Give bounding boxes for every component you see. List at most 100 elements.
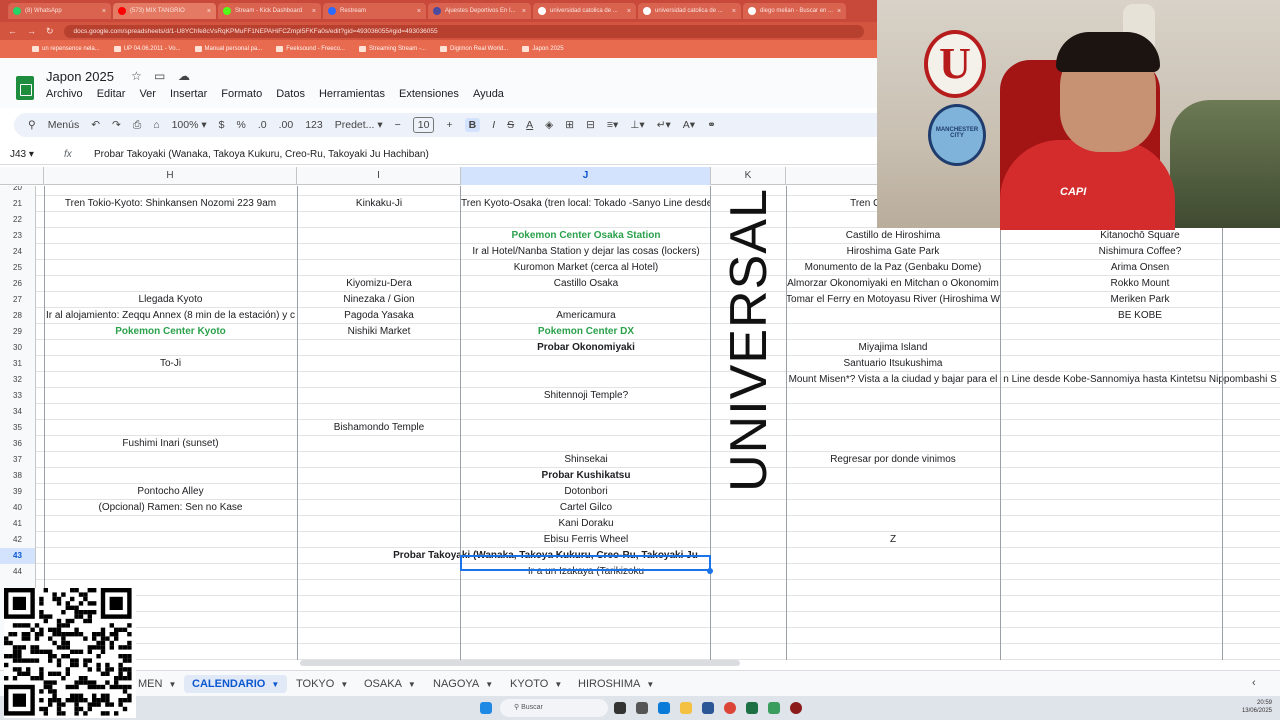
cell-m[interactable]: Nishimura Coffee? (1000, 244, 1280, 260)
horizontal-scrollbar[interactable] (300, 660, 740, 666)
cell-j[interactable]: Americamura (461, 308, 711, 324)
name-box[interactable]: J43 ▾ (0, 149, 64, 160)
menu-item[interactable]: Ver (139, 88, 156, 100)
cell-h[interactable] (44, 260, 297, 276)
cell-l[interactable]: Almorzar Okonomiyaki en Mitchan o Okonom… (786, 276, 1000, 292)
menu-item[interactable]: Extensiones (399, 88, 459, 100)
cell-h[interactable] (44, 564, 297, 580)
bookmark-item[interactable]: Streaming Stream -... (358, 46, 426, 52)
close-icon[interactable]: × (732, 8, 736, 15)
cell-j[interactable] (461, 356, 711, 372)
cell-h[interactable] (44, 244, 297, 260)
cell-i[interactable] (297, 468, 461, 484)
cell-j[interactable]: Kuromon Market (cerca al Hotel) (461, 260, 711, 276)
cell-i[interactable] (297, 532, 461, 548)
star-icon[interactable]: ☆ (131, 69, 142, 83)
cell-h[interactable] (44, 340, 297, 356)
row-number[interactable]: 43 (0, 548, 36, 564)
cell-i[interactable] (297, 228, 461, 244)
cell-i[interactable] (297, 186, 461, 196)
cell-h[interactable] (44, 212, 297, 228)
close-icon[interactable]: × (417, 8, 421, 15)
cell-h[interactable] (44, 548, 297, 564)
sheets-logo-icon[interactable] (16, 76, 34, 100)
cell-h[interactable]: To-Ji (44, 356, 297, 372)
row-number[interactable]: 22 (0, 212, 36, 228)
forward-icon[interactable]: → (27, 26, 36, 36)
row-number[interactable]: 27 (0, 292, 36, 308)
cell-l[interactable]: Monumento de la Paz (Genbaku Dome) (786, 260, 1000, 276)
cell-m[interactable] (1000, 580, 1280, 596)
browser-tab[interactable]: Restream × (323, 3, 426, 19)
cell-j[interactable]: Ir al Hotel/Nanba Station y dejar las co… (461, 244, 711, 260)
cell-j[interactable]: Cartel Gilco (461, 500, 711, 516)
app3-icon[interactable] (790, 702, 802, 714)
menu-item[interactable]: Editar (97, 88, 126, 100)
cell-i[interactable]: Ninezaka / Gion (297, 292, 461, 308)
cell-i[interactable] (297, 212, 461, 228)
insert-link-icon[interactable]: ⚭ (707, 119, 716, 131)
formula-input[interactable]: Probar Takoyaki (Wanaka, Takoya Kukuru, … (94, 149, 429, 160)
cell-l[interactable]: Castillo de Hiroshima (786, 228, 1000, 244)
cell-m[interactable] (1000, 452, 1280, 468)
cell-l[interactable]: Santuario Itsukushima (786, 356, 1000, 372)
cell-i[interactable] (297, 404, 461, 420)
row-number[interactable]: 31 (0, 356, 36, 372)
cell-m[interactable]: Arima Onsen (1000, 260, 1280, 276)
cell-j[interactable]: Kani Doraku (461, 516, 711, 532)
menu-item[interactable]: Herramientas (319, 88, 385, 100)
row-number[interactable]: 28 (0, 308, 36, 324)
cell-i[interactable] (297, 388, 461, 404)
decrease-font-size-button[interactable]: − (395, 119, 401, 131)
text-wrap-icon[interactable]: ↵▾ (657, 119, 671, 131)
browser-tab[interactable]: Stream - Kick Dashboard × (218, 3, 321, 19)
number-format-button[interactable]: 123 (305, 119, 323, 131)
cell-i[interactable] (297, 644, 461, 660)
horizontal-align-icon[interactable]: ≡▾ (607, 119, 618, 131)
document-title[interactable]: Japon 2025 (46, 69, 114, 84)
bookmark-item[interactable]: Digimon Real World... (439, 46, 508, 52)
cell-i[interactable] (297, 244, 461, 260)
row-number[interactable]: 34 (0, 404, 36, 420)
cell-m[interactable] (1000, 468, 1280, 484)
undo-icon[interactable]: ↶ (91, 119, 100, 131)
text-color-button[interactable]: A (526, 119, 533, 131)
cell-i[interactable]: Bishamondo Temple (297, 420, 461, 436)
cell-j[interactable] (461, 580, 711, 596)
cell-l[interactable] (786, 468, 1000, 484)
cell-l[interactable] (786, 404, 1000, 420)
cell-l[interactable] (786, 564, 1000, 580)
cell-h[interactable] (44, 468, 297, 484)
cell-l[interactable] (786, 644, 1000, 660)
cell-i[interactable] (297, 340, 461, 356)
cell-l[interactable]: Mount Misen*? Vista a la ciudad y bajar … (786, 372, 1000, 388)
column-header-k[interactable]: K (711, 167, 786, 185)
taskbar-search[interactable]: ⚲ Buscar (500, 699, 608, 717)
cell-h[interactable]: Ir al alojamiento: Zeqqu Annex (8 min de… (44, 308, 297, 324)
cell-j[interactable]: Tren Kyoto-Osaka (tren local: Tokado -Sa… (461, 196, 711, 212)
system-clock[interactable]: 20:59 13/06/2025 (1242, 699, 1272, 715)
chrome-icon[interactable] (724, 702, 736, 714)
row-number[interactable]: 35 (0, 420, 36, 436)
row-number[interactable]: 41 (0, 516, 36, 532)
cell-j[interactable] (461, 644, 711, 660)
cell-i[interactable]: Kiyomizu-Dera (297, 276, 461, 292)
corner-cell[interactable] (0, 167, 44, 185)
text-rotation-icon[interactable]: A▾ (683, 119, 695, 131)
cell-j[interactable]: Probar Okonomiyaki (461, 340, 711, 356)
cell-i[interactable] (297, 564, 461, 580)
sheet-tab[interactable]: CALENDARIO ▼ (184, 675, 288, 693)
menu-item[interactable]: Archivo (46, 88, 83, 100)
close-icon[interactable]: × (522, 8, 526, 15)
row-number[interactable]: 29 (0, 324, 36, 340)
url-input[interactable]: docs.google.com/spreadsheets/d/1-U8YChfe… (63, 24, 864, 38)
cell-j[interactable]: Castillo Osaka (461, 276, 711, 292)
cell-j[interactable]: Probar Takoyaki (Wanaka, Takoya Kukuru, … (380, 548, 711, 564)
row-number[interactable]: 36 (0, 436, 36, 452)
cell-h[interactable]: Pokemon Center Kyoto (44, 324, 297, 340)
cell-i[interactable]: Pagoda Yasaka (297, 308, 461, 324)
cell-l[interactable] (786, 516, 1000, 532)
cell-i[interactable] (297, 484, 461, 500)
cell-h[interactable] (44, 420, 297, 436)
cell-m[interactable] (1000, 436, 1280, 452)
